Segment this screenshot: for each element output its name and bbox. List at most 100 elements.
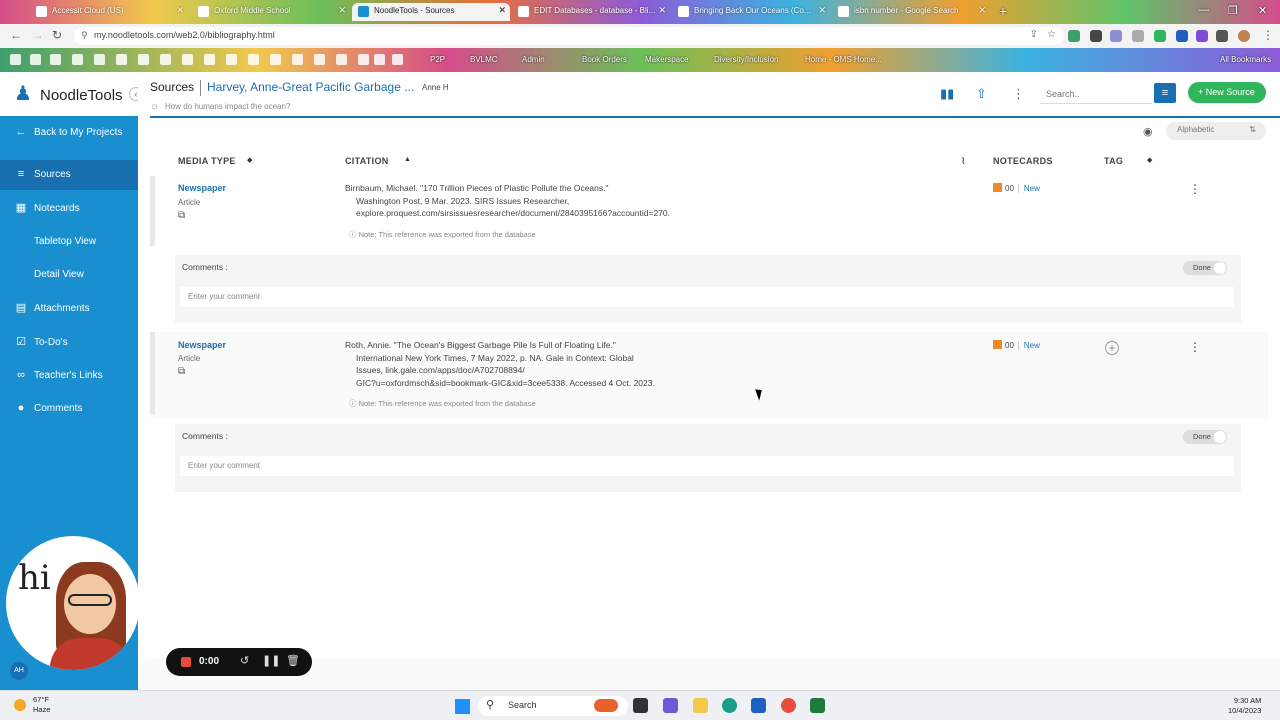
system-clock[interactable]: 9:30 AM 10/4/2023 — [1228, 696, 1261, 716]
header-notecards[interactable]: NOTECARDS — [993, 156, 1053, 166]
url-field[interactable]: ⚲ my.noodletools.com/web2.0/bibliography… — [74, 27, 1064, 45]
project-title[interactable]: Harvey, Anne-Great Pacific Garbage ... — [207, 80, 414, 94]
extension-icon[interactable] — [1110, 30, 1122, 42]
sort-asc-icon[interactable]: ▲ — [404, 156, 411, 163]
bookmark-icon[interactable] — [248, 54, 259, 65]
bookmark-icon[interactable] — [116, 54, 127, 65]
new-source-button[interactable]: + New Source — [1188, 82, 1266, 103]
bookmark-icon[interactable] — [226, 54, 237, 65]
all-bookmarks[interactable]: All Bookmarks — [1220, 55, 1271, 64]
search-input[interactable]: Search.. — [1040, 82, 1152, 104]
bookmark-icon[interactable] — [50, 54, 61, 65]
bookmark-icon[interactable] — [72, 54, 83, 65]
bookmark-book-orders[interactable]: Book Orders — [582, 55, 627, 64]
bookmark-icon[interactable] — [270, 54, 281, 65]
sidebar-item-detail[interactable]: Detail View — [0, 260, 138, 290]
comment-input[interactable]: Enter your comment — [180, 287, 1234, 307]
delete-icon[interactable]: 🗑 — [286, 654, 300, 667]
new-notecard-link[interactable]: New — [1017, 341, 1040, 350]
bar-chart-icon[interactable]: ▮▮ — [940, 86, 954, 102]
sidebar-item-back[interactable]: ← Back to My Projects — [0, 118, 138, 148]
close-icon[interactable]: ✕ — [338, 5, 346, 16]
media-type-link[interactable]: Newspaper — [178, 183, 226, 193]
site-info-icon[interactable]: ⚲ — [81, 30, 88, 41]
sort-diamond-icon[interactable]: ◆ — [247, 156, 252, 164]
bookmark-icon[interactable] — [10, 54, 21, 65]
row-menu-icon[interactable]: ⋮ — [1189, 182, 1201, 196]
bookmark-icon[interactable] — [182, 54, 193, 65]
filter-button[interactable]: ≡ — [1154, 83, 1176, 103]
chat-icon[interactable] — [663, 698, 678, 713]
minimize-icon[interactable]: — — [1198, 4, 1209, 16]
bookmark-oms-home[interactable]: Home - OMS Home... — [805, 55, 882, 64]
tab-oxford[interactable]: Oxford Middle School ✕ — [192, 3, 350, 21]
done-toggle[interactable]: Done — [1183, 430, 1227, 444]
bookmark-icon[interactable] — [392, 54, 403, 65]
header-citation[interactable]: CITATION — [345, 156, 389, 166]
weather-widget[interactable]: 67°F Haze — [33, 695, 51, 715]
excel-icon[interactable] — [810, 698, 825, 713]
sort-diamond-icon[interactable]: ◆ — [1147, 156, 1152, 164]
more-options-icon[interactable]: ⋮ — [1012, 86, 1025, 102]
eye-icon[interactable]: ◉ — [1143, 125, 1153, 138]
sidebar-item-comments[interactable]: ● Comments — [0, 394, 138, 424]
close-window-icon[interactable]: ✕ — [1258, 4, 1267, 17]
sidebar-item-teacher-links[interactable]: ∞ Teacher's Links — [0, 361, 138, 391]
drive-extension-icon[interactable] — [1154, 30, 1166, 42]
sort-select[interactable]: Alphabetic ⇅ — [1166, 122, 1266, 140]
close-icon[interactable]: ✕ — [818, 5, 826, 16]
research-question[interactable]: How do humans impact the ocean? — [165, 102, 290, 111]
bookmark-icon[interactable] — [160, 54, 171, 65]
bookmark-icon[interactable] — [336, 54, 347, 65]
chrome-icon[interactable] — [781, 698, 796, 713]
bookmark-icon[interactable] — [314, 54, 325, 65]
windows-start-icon[interactable] — [455, 699, 470, 714]
bookmark-icon[interactable] — [30, 54, 41, 65]
header-tag[interactable]: TAG — [1104, 156, 1123, 166]
pen-extension-icon[interactable] — [1090, 30, 1102, 42]
new-notecard-link[interactable]: New — [1017, 184, 1040, 193]
restart-icon[interactable]: ↺ — [240, 654, 249, 667]
sidebar-item-sources[interactable]: ≡ Sources — [0, 160, 138, 190]
restore-icon[interactable]: ❐ — [1228, 4, 1238, 17]
bookmark-p2p[interactable]: P2P — [430, 55, 445, 64]
sidepanel-icon[interactable] — [1216, 30, 1228, 42]
close-icon[interactable]: ✕ — [658, 5, 666, 16]
close-icon[interactable]: ✕ — [498, 5, 506, 16]
tab-noodletools[interactable]: NoodleTools - Sources ✕ — [352, 3, 510, 21]
store-icon[interactable] — [751, 698, 766, 713]
row-menu-icon[interactable]: ⋮ — [1189, 340, 1201, 354]
forward-icon[interactable]: → — [32, 28, 44, 42]
share-icon[interactable]: ⇪ — [1030, 29, 1038, 40]
bookmark-diversity[interactable]: Diversity/Inclusion — [714, 55, 778, 64]
tab-accessit[interactable]: Accessit Cloud (US) ✕ — [30, 3, 188, 21]
extension-icon[interactable] — [1068, 30, 1080, 42]
tab-google-search[interactable]: isbn number - Google Search ✕ — [832, 3, 990, 21]
external-link-icon[interactable]: ⧉ — [178, 210, 185, 221]
sidebar-item-tabletop[interactable]: Tabletop View — [0, 227, 138, 257]
notecard-count[interactable]: 00 New — [993, 183, 1040, 193]
sidebar-item-notecards[interactable]: ▦ Notecards — [0, 194, 138, 224]
file-explorer-icon[interactable] — [693, 698, 708, 713]
header-media-type[interactable]: MEDIA TYPE — [178, 156, 236, 166]
export-icon[interactable]: ⇧ — [976, 86, 987, 102]
bookmark-bvlmc[interactable]: BVLMC — [470, 55, 498, 64]
browser-menu-icon[interactable]: ⋮ — [1262, 28, 1274, 42]
comment-input[interactable]: Enter your comment — [180, 456, 1234, 476]
bookmark-makerspace[interactable]: Makerspace — [645, 55, 689, 64]
star-icon[interactable]: ☆ — [1047, 29, 1056, 40]
close-icon[interactable]: ✕ — [978, 5, 986, 16]
tab-bringing-back[interactable]: Bringing Back Our Oceans (Co... ✕ — [672, 3, 830, 21]
bookmark-icon[interactable] — [204, 54, 215, 65]
sidebar-item-attachments[interactable]: ▤ Attachments — [0, 294, 138, 324]
tab-edit-databases[interactable]: EDIT Databases - database - Bli... ✕ — [512, 3, 670, 21]
reload-icon[interactable]: ↻ — [52, 28, 62, 42]
edge-icon[interactable] — [722, 698, 737, 713]
citation[interactable]: Roth, Annie. "The Ocean's Biggest Garbag… — [345, 339, 685, 389]
bookmark-admin[interactable]: Admin — [522, 55, 545, 64]
bookmark-icon[interactable] — [94, 54, 105, 65]
media-type-link[interactable]: Newspaper — [178, 340, 226, 350]
extension-icon[interactable] — [1132, 30, 1144, 42]
done-toggle[interactable]: Done — [1183, 261, 1227, 275]
table-row[interactable]: Newspaper Article ⧉ Birnbaum, Michael. "… — [150, 176, 1268, 252]
